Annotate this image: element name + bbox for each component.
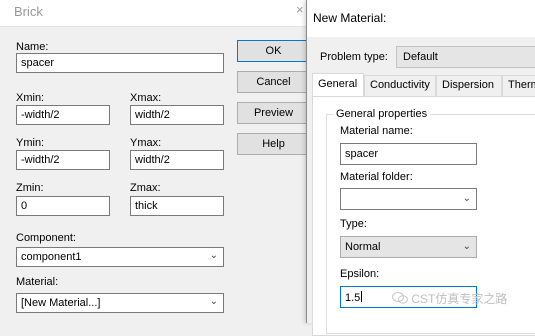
ymin-label: Ymin: (16, 137, 45, 149)
brick-title: Brick (14, 4, 43, 19)
help-button[interactable]: Help (237, 133, 310, 155)
chevron-down-icon: ⌄ (209, 296, 218, 307)
cancel-button[interactable]: Cancel (237, 71, 310, 93)
material-name-input[interactable]: spacer (340, 143, 477, 165)
wechat-icon (392, 292, 408, 304)
name-input[interactable]: spacer (16, 53, 224, 73)
xmax-label: Xmax: (130, 92, 162, 104)
tab-conductivity[interactable]: Conductivity (364, 75, 436, 96)
type-select[interactable]: Normal ⌄ (340, 236, 477, 258)
component-select[interactable]: component1 ⌄ (16, 247, 224, 267)
brick-titlebar: Brick × (0, 0, 310, 27)
general-properties-label: General properties (333, 108, 431, 120)
zmin-input[interactable]: 0 (16, 196, 110, 216)
ok-button[interactable]: OK (237, 40, 310, 62)
ymax-label: Ymax: (130, 137, 162, 149)
tab-thermal[interactable]: Therm (502, 75, 535, 96)
preview-button[interactable]: Preview (237, 102, 310, 124)
tab-general[interactable]: General (312, 73, 364, 96)
close-icon[interactable]: × (296, 2, 304, 17)
brick-dialog: Brick × Name: spacer Xmin: -width/2 Xmax… (0, 0, 310, 323)
material-folder-label: Material folder: (340, 171, 413, 183)
zmax-input[interactable]: thick (130, 196, 224, 216)
epsilon-label: Epsilon: (340, 268, 380, 280)
tab-dispersion[interactable]: Dispersion (436, 75, 502, 96)
zmax-label: Zmax: (130, 182, 161, 194)
new-material-titlebar: New Material: (307, 0, 535, 37)
watermark: CST仿真专家之路 (392, 290, 507, 307)
ymin-input[interactable]: -width/2 (16, 150, 110, 170)
material-label: Material: (16, 276, 59, 288)
material-name-label: Material name: (340, 125, 413, 137)
chevron-down-icon: ⌄ (462, 193, 471, 204)
new-material-title: New Material: (313, 11, 387, 25)
xmin-input[interactable]: -width/2 (16, 105, 110, 125)
xmax-input[interactable]: width/2 (130, 105, 224, 125)
type-label: Type: (340, 218, 367, 230)
name-label: Name: (16, 41, 49, 53)
material-folder-select[interactable]: ⌄ (340, 188, 477, 210)
tab-bar: General Conductivity Dispersion Therm (312, 73, 535, 96)
chevron-down-icon: ⌄ (209, 250, 218, 261)
zmin-label: Zmin: (16, 182, 44, 194)
component-label: Component: (16, 232, 76, 244)
watermark-text: CST仿真专家之路 (411, 292, 508, 306)
problem-type-select[interactable]: Default (396, 46, 535, 68)
text-caret (361, 291, 363, 302)
problem-type-label: Problem type: (320, 51, 388, 63)
chevron-down-icon: ⌄ (462, 241, 471, 252)
xmin-label: Xmin: (16, 92, 45, 104)
ymax-input[interactable]: width/2 (130, 150, 224, 170)
material-select[interactable]: [New Material...] ⌄ (16, 293, 224, 313)
